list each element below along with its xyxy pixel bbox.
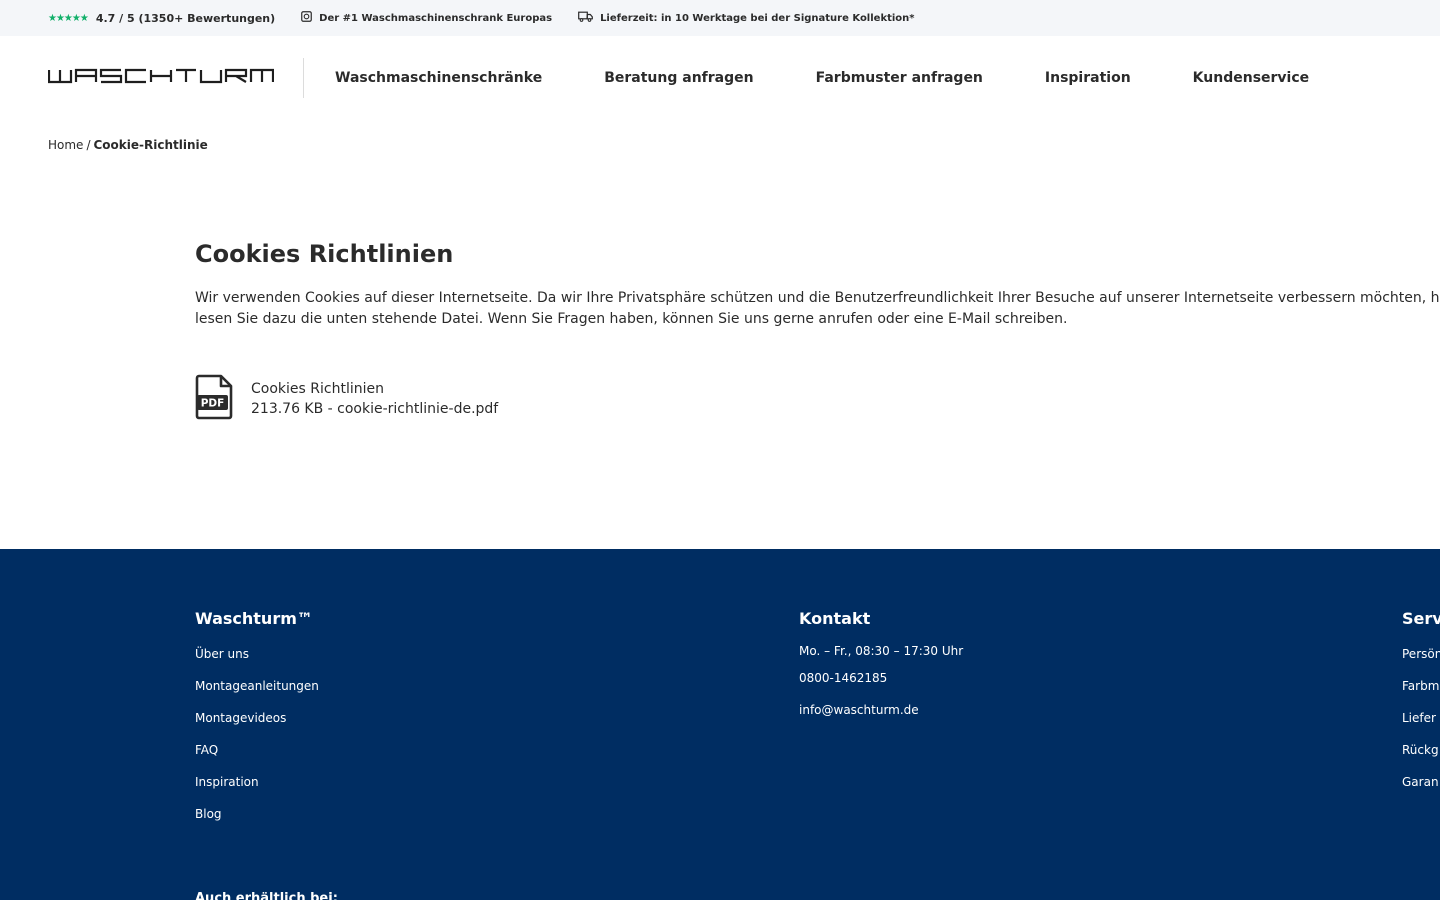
breadcrumb-current: Cookie-Richtlinie — [93, 138, 208, 152]
intro-line-1: Wir verwenden Cookies auf dieser Interne… — [195, 290, 1440, 306]
footer-link-service-3[interactable]: Liefer — [1402, 710, 1440, 742]
footer-link-blog[interactable]: Blog — [195, 806, 319, 838]
contact-email[interactable]: info@waschturm.de — [799, 702, 963, 718]
breadcrumb-home[interactable]: Home — [48, 138, 83, 152]
header-divider — [303, 58, 304, 98]
footer-heading-kontakt: Kontakt — [799, 609, 871, 628]
main-nav: Waschmaschinenschränke Beratung anfragen… — [335, 36, 1309, 120]
footer-link-faq[interactable]: FAQ — [195, 742, 319, 774]
intro-text: Wir verwenden Cookies auf dieser Interne… — [195, 288, 1440, 330]
also-available-heading: Auch erhältlich bei: — [195, 891, 338, 900]
nav-inspiration[interactable]: Inspiration — [1045, 70, 1131, 86]
nav-kundenservice[interactable]: Kundenservice — [1193, 70, 1309, 86]
footer-link-montagevideos[interactable]: Montagevideos — [195, 710, 319, 742]
rating-text: 4.7 / 5 (1350+ Bewertungen) — [95, 11, 276, 25]
footer-links-service: Persön Farbm Liefer Rückg Garan — [1402, 646, 1440, 806]
footer-column-service: Serv Persön Farbm Liefer Rückg Garan — [1402, 609, 1440, 806]
page-title: Cookies Richtlinien — [195, 240, 454, 268]
pdf-icon-label: PDF — [201, 398, 225, 410]
intro-line-2: lesen Sie dazu die unten stehende Datei.… — [195, 311, 1068, 327]
footer-link-service-5[interactable]: Garan — [1402, 774, 1440, 806]
pdf-download[interactable]: PDF Cookies Richtlinien 213.76 KB - cook… — [195, 374, 498, 420]
site-header: Waschmaschinenschränke Beratung anfragen… — [0, 36, 1440, 120]
footer-heading-service: Serv — [1402, 609, 1440, 628]
logo-wordmark-icon — [47, 68, 275, 84]
contact-hours: Mo. – Fr., 08:30 – 17:30 Uhr — [799, 644, 964, 658]
site-footer: Waschturm™ Über uns Montageanleitungen M… — [0, 549, 1440, 900]
badge-icon — [301, 11, 313, 25]
footer-link-service-2[interactable]: Farbm — [1402, 678, 1440, 710]
file-name[interactable]: Cookies Richtlinien — [251, 379, 498, 399]
footer-column-kontakt: Kontakt Mo. – Fr., 08:30 – 17:30 Uhr 080… — [799, 609, 963, 718]
nav-beratung-anfragen[interactable]: Beratung anfragen — [604, 70, 753, 86]
footer-link-service-1[interactable]: Persön — [1402, 646, 1440, 678]
footer-link-ueber-uns[interactable]: Über uns — [195, 646, 319, 678]
top-info-bar: ★★★★★ 4.7 / 5 (1350+ Bewertungen) Der #1… — [0, 0, 1440, 36]
rating-badge[interactable]: ★★★★★ 4.7 / 5 (1350+ Bewertungen) — [48, 12, 275, 25]
contact-details: Mo. – Fr., 08:30 – 17:30 Uhr 0800-146218… — [799, 643, 963, 718]
file-meta: Cookies Richtlinien 213.76 KB - cookie-r… — [251, 374, 498, 419]
delivery-text: Lieferzeit: in 10 Werktage bei der Signa… — [600, 12, 915, 24]
footer-link-service-4[interactable]: Rückg — [1402, 742, 1440, 774]
delivery-item: Lieferzeit: in 10 Werktage bei der Signa… — [578, 11, 915, 25]
breadcrumb-separator: / — [86, 138, 91, 152]
nav-waschmaschinenschraenke[interactable]: Waschmaschinenschränke — [335, 70, 542, 86]
breadcrumb: Home / Cookie-Richtlinie — [48, 138, 208, 152]
footer-links-waschturm: Über uns Montageanleitungen Montagevideo… — [195, 646, 319, 838]
footer-link-montageanleitungen[interactable]: Montageanleitungen — [195, 678, 319, 710]
contact-phone[interactable]: 0800-1462185 — [799, 670, 963, 702]
truck-icon — [578, 11, 593, 25]
claim-item: Der #1 Waschmaschinenschrank Europas — [301, 11, 552, 25]
footer-link-inspiration[interactable]: Inspiration — [195, 774, 319, 806]
main-content: Cookies Richtlinien Wir verwenden Cookie… — [195, 238, 1440, 420]
footer-heading-waschturm: Waschturm™ — [195, 609, 313, 628]
waschturm-logo[interactable] — [47, 68, 275, 90]
rating-stars-icon: ★★★★★ — [48, 12, 89, 24]
nav-farbmuster-anfragen[interactable]: Farbmuster anfragen — [816, 70, 983, 86]
pdf-file-icon: PDF — [195, 374, 233, 420]
file-detail: 213.76 KB - cookie-richtlinie-de.pdf — [251, 401, 499, 417]
footer-column-waschturm: Waschturm™ Über uns Montageanleitungen M… — [195, 609, 319, 838]
claim-text: Der #1 Waschmaschinenschrank Europas — [319, 12, 553, 24]
